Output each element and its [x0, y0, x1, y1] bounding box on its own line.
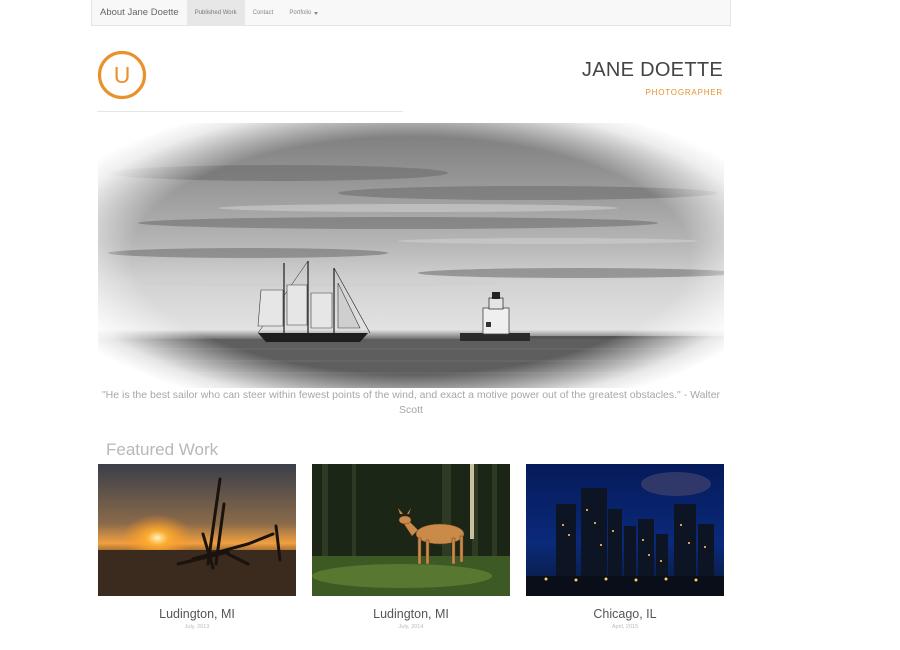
featured-card-place[interactable]: Ludington, MI: [98, 607, 296, 621]
site-role: PHOTOGRAPHER: [645, 88, 723, 97]
header-divider: [97, 111, 403, 112]
featured-work-heading: Featured Work: [106, 440, 219, 459]
nav-item-portfolio-label: Portfolio: [289, 9, 312, 16]
navbar-brand[interactable]: About Jane Doette: [92, 0, 187, 25]
featured-card-date: July, 2013: [184, 624, 210, 630]
quote-text: "He is the best sailor who can steer wit…: [101, 389, 721, 416]
deer-in-forest-photo-icon: [312, 464, 510, 596]
site-name: JANE DOETTE: [581, 59, 723, 81]
featured-card-image[interactable]: [98, 464, 296, 596]
featured-card-image[interactable]: [526, 464, 724, 596]
tall-ship-and-lighthouse-photo-icon: [98, 123, 724, 388]
featured-card: Ludington, MI July, 2014: [312, 464, 510, 630]
featured-card-date: July, 2014: [398, 624, 424, 630]
featured-card-image[interactable]: [312, 464, 510, 596]
featured-card-place[interactable]: Chicago, IL: [526, 607, 724, 621]
site-logo[interactable]: U: [97, 50, 147, 100]
nav-item-contact[interactable]: Contact: [245, 0, 282, 25]
featured-card: Chicago, IL April, 2015: [526, 464, 724, 630]
featured-card-date: April, 2015: [611, 624, 639, 630]
featured-card: Ludington, MI July, 2013: [98, 464, 296, 630]
hero-image: [98, 123, 724, 388]
logo-letter: U: [114, 62, 131, 88]
logo-circle-icon: U: [97, 50, 147, 100]
caret-down-icon: [314, 11, 319, 15]
nav-item-portfolio-dropdown[interactable]: Portfolio: [281, 0, 326, 25]
featured-card-place[interactable]: Ludington, MI: [312, 607, 510, 621]
city-skyline-night-photo-icon: [526, 464, 724, 596]
nav-item-published-work[interactable]: Published Work: [186, 0, 245, 25]
top-navbar: About Jane Doette Published Work Contact…: [91, 0, 731, 26]
sunset-driftwood-photo-icon: [98, 464, 296, 596]
